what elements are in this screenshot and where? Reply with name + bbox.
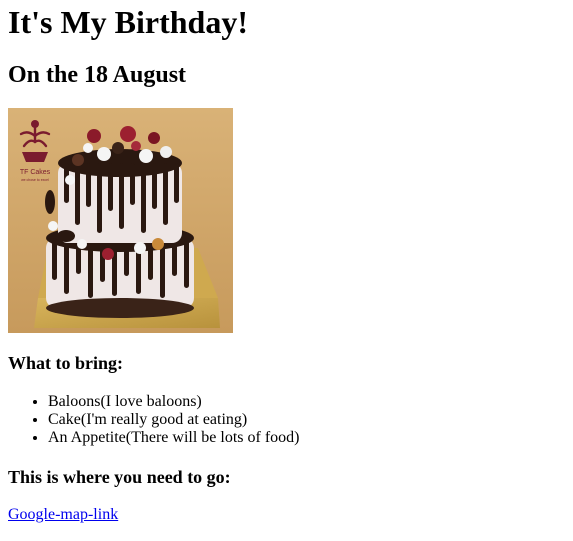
list-item: Cake(I'm really good at eating) (48, 411, 300, 429)
logo-text: TF Cakes (20, 169, 51, 176)
page-subtitle: On the 18 August (8, 62, 187, 88)
list-item: Baloons(I love baloons) (48, 393, 300, 411)
directions-heading: This is where you need to go: (8, 467, 231, 487)
logo-tagline: we chose to excel (21, 178, 49, 182)
birthday-cake-image: TF Cakes we chose to excel (8, 108, 233, 333)
google-map-link[interactable]: Google-map-link (8, 506, 118, 524)
page-title: It's My Birthday! (8, 4, 248, 40)
bring-list: Baloons(I love baloons) Cake(I'm really … (8, 393, 300, 447)
list-item: An Appetite(There will be lots of food) (48, 429, 300, 447)
what-to-bring-heading: What to bring: (8, 353, 124, 373)
